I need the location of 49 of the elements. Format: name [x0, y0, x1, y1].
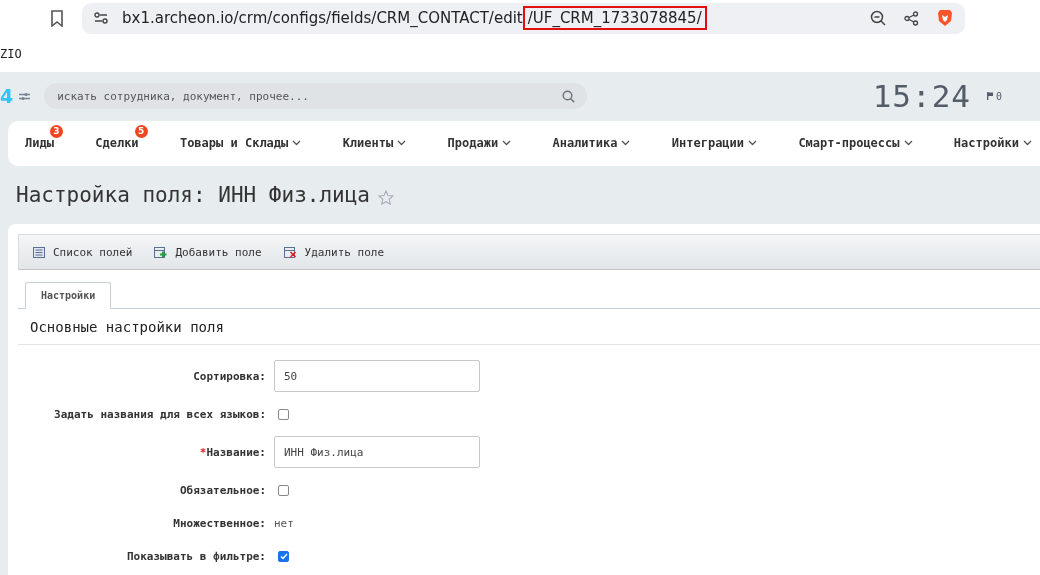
bookmark-icon[interactable] — [50, 9, 64, 27]
field-label: Сортировка: — [193, 369, 266, 383]
sliders-icon[interactable] — [19, 91, 31, 101]
checkbox[interactable] — [278, 550, 289, 562]
search-field[interactable]: искать сотрудника, документ, прочее... — [44, 83, 588, 110]
count-badge: 3 — [49, 125, 63, 139]
site-settings-icon[interactable] — [94, 12, 108, 24]
checkbox[interactable] — [278, 484, 289, 496]
field-value: нет — [274, 516, 295, 530]
lion-shield-icon[interactable] — [937, 9, 953, 27]
nav-menu-item[interactable]: Лиды — [25, 136, 54, 151]
nav-menu-item[interactable]: Настройки — [953, 136, 1032, 151]
star-icon[interactable] — [378, 190, 394, 206]
list-icon — [33, 246, 45, 258]
nav-menu-item[interactable]: Продажи — [447, 136, 512, 151]
nav-menu-item[interactable]: Товары и Склады — [179, 136, 302, 151]
flag-icon[interactable] — [986, 92, 993, 101]
page-title: Настройка поля: ИНН Физ.лица — [16, 182, 370, 207]
nav-menu-item[interactable]: Сделки — [95, 136, 139, 151]
checkbox[interactable] — [278, 408, 289, 420]
field-label: Множественное: — [173, 516, 266, 530]
clock: 15:24 — [872, 78, 971, 115]
address-bar[interactable]: bx1.archeon.io/crm/configs/fields/CRM_CONTACT/edit /UF_CRM_1733078845/ — [82, 2, 965, 34]
tab[interactable]: Настройки — [25, 282, 112, 309]
url-highlight: /UF_CRM_1733078845/ — [522, 6, 707, 30]
field-label: Название: — [206, 445, 266, 459]
table-add-icon — [154, 246, 168, 258]
zoom-out-icon[interactable] — [870, 10, 886, 26]
field-label: Показывать в фильтре: — [126, 549, 266, 563]
nav-menu-item[interactable]: Клиенты — [342, 136, 407, 151]
table-delete-icon — [283, 246, 297, 258]
nav-menu-item[interactable]: Интеграции — [671, 136, 758, 151]
search-icon[interactable] — [562, 89, 576, 103]
section-heading: Основные настройки поля — [30, 319, 224, 335]
account-label: ZIO — [0, 47, 22, 61]
text-field[interactable]: 50 — [274, 360, 480, 392]
url-text: bx1.archeon.io/crm/configs/fields/CRM_CONTACT/edit — [122, 9, 523, 27]
nav-menu-item[interactable]: Смарт-процессы — [798, 136, 913, 151]
toolbar-button[interactable]: Удалить поле — [283, 245, 385, 259]
flag-count: 0 — [995, 90, 1002, 102]
required-mark: * — [199, 445, 207, 459]
toolbar-button[interactable]: Добавить поле — [154, 245, 262, 259]
text-field[interactable]: ИНН Физ.лица — [274, 436, 480, 468]
share-icon[interactable] — [904, 10, 919, 26]
field-label: Обязательное: — [179, 483, 266, 497]
toolbar-button[interactable]: Список полей — [33, 245, 133, 259]
field-label: Задать названия для всех языков: — [54, 407, 266, 421]
nav-menu-item[interactable]: Аналитика — [552, 136, 631, 151]
count-badge: 5 — [134, 125, 148, 139]
